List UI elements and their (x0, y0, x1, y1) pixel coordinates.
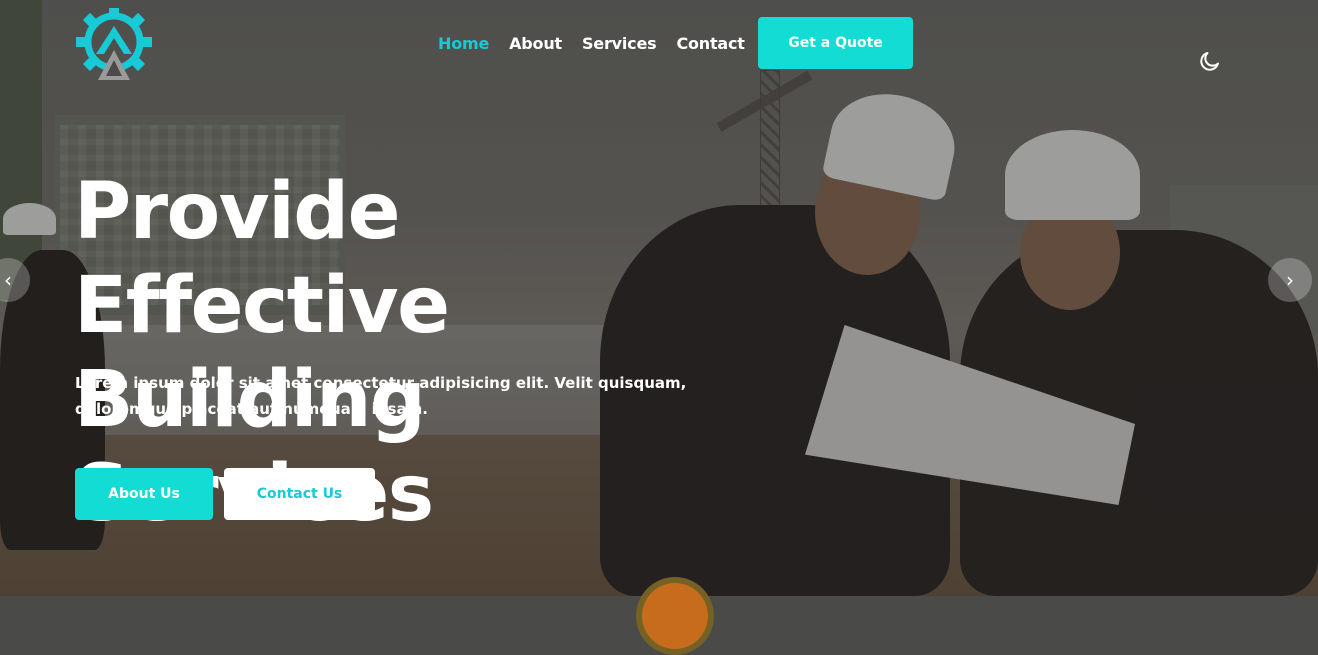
carousel-next-button[interactable]: › (1268, 258, 1312, 302)
site-logo[interactable] (74, 6, 154, 82)
nav-link-home[interactable]: Home (438, 34, 489, 53)
contact-us-button[interactable]: Contact Us (224, 468, 375, 520)
nav-link-contact[interactable]: Contact (676, 34, 745, 53)
moon-icon (1200, 52, 1219, 71)
about-us-button[interactable]: About Us (75, 468, 213, 520)
scroll-indicator[interactable] (636, 577, 714, 655)
gear-a-logo-icon (76, 8, 152, 80)
main-nav: Home About Services Contact (438, 34, 745, 53)
hero-title-line-1: Provide Effective (74, 167, 450, 351)
hero-subtitle: Lorem ipsum dolor sit amet consectetur a… (75, 374, 687, 418)
chevron-right-icon: › (1286, 268, 1294, 292)
nav-link-about[interactable]: About (509, 34, 562, 53)
nav-link-services[interactable]: Services (582, 34, 657, 53)
get-quote-button[interactable]: Get a Quote (758, 17, 913, 69)
theme-toggle-button[interactable] (1198, 49, 1222, 73)
chevron-left-icon: ‹ (4, 268, 12, 292)
